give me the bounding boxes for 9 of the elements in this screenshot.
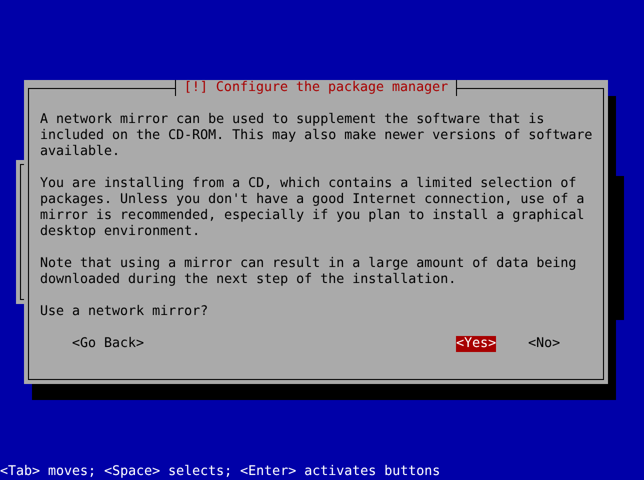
message-paragraph: Use a network mirror? (40, 304, 208, 320)
help-line: <Tab> moves; <Space> selects; <Enter> activates buttons (0, 464, 440, 480)
go-back-button[interactable]: <Go Back> (72, 336, 144, 352)
no-button[interactable]: <No> (528, 336, 560, 352)
message-paragraph: A network mirror can be used to supplement the software that is included on the CD-ROM. This may also make newer versions of software available. (40, 112, 592, 160)
message-paragraph: You are installing from a CD, which contains a limited selection of packages. Unless you don't have a good Internet connection, use of a mirror is recommended, especially if you plan to install a graphical desktop environment. (40, 176, 584, 240)
yes-button[interactable]: <Yes> (456, 336, 496, 352)
message-paragraph: Note that using a mirror can result in a large amount of data being downloaded during the next step of the installation. (40, 256, 576, 288)
dialog-title: [!] Configure the package manager (174, 80, 458, 96)
